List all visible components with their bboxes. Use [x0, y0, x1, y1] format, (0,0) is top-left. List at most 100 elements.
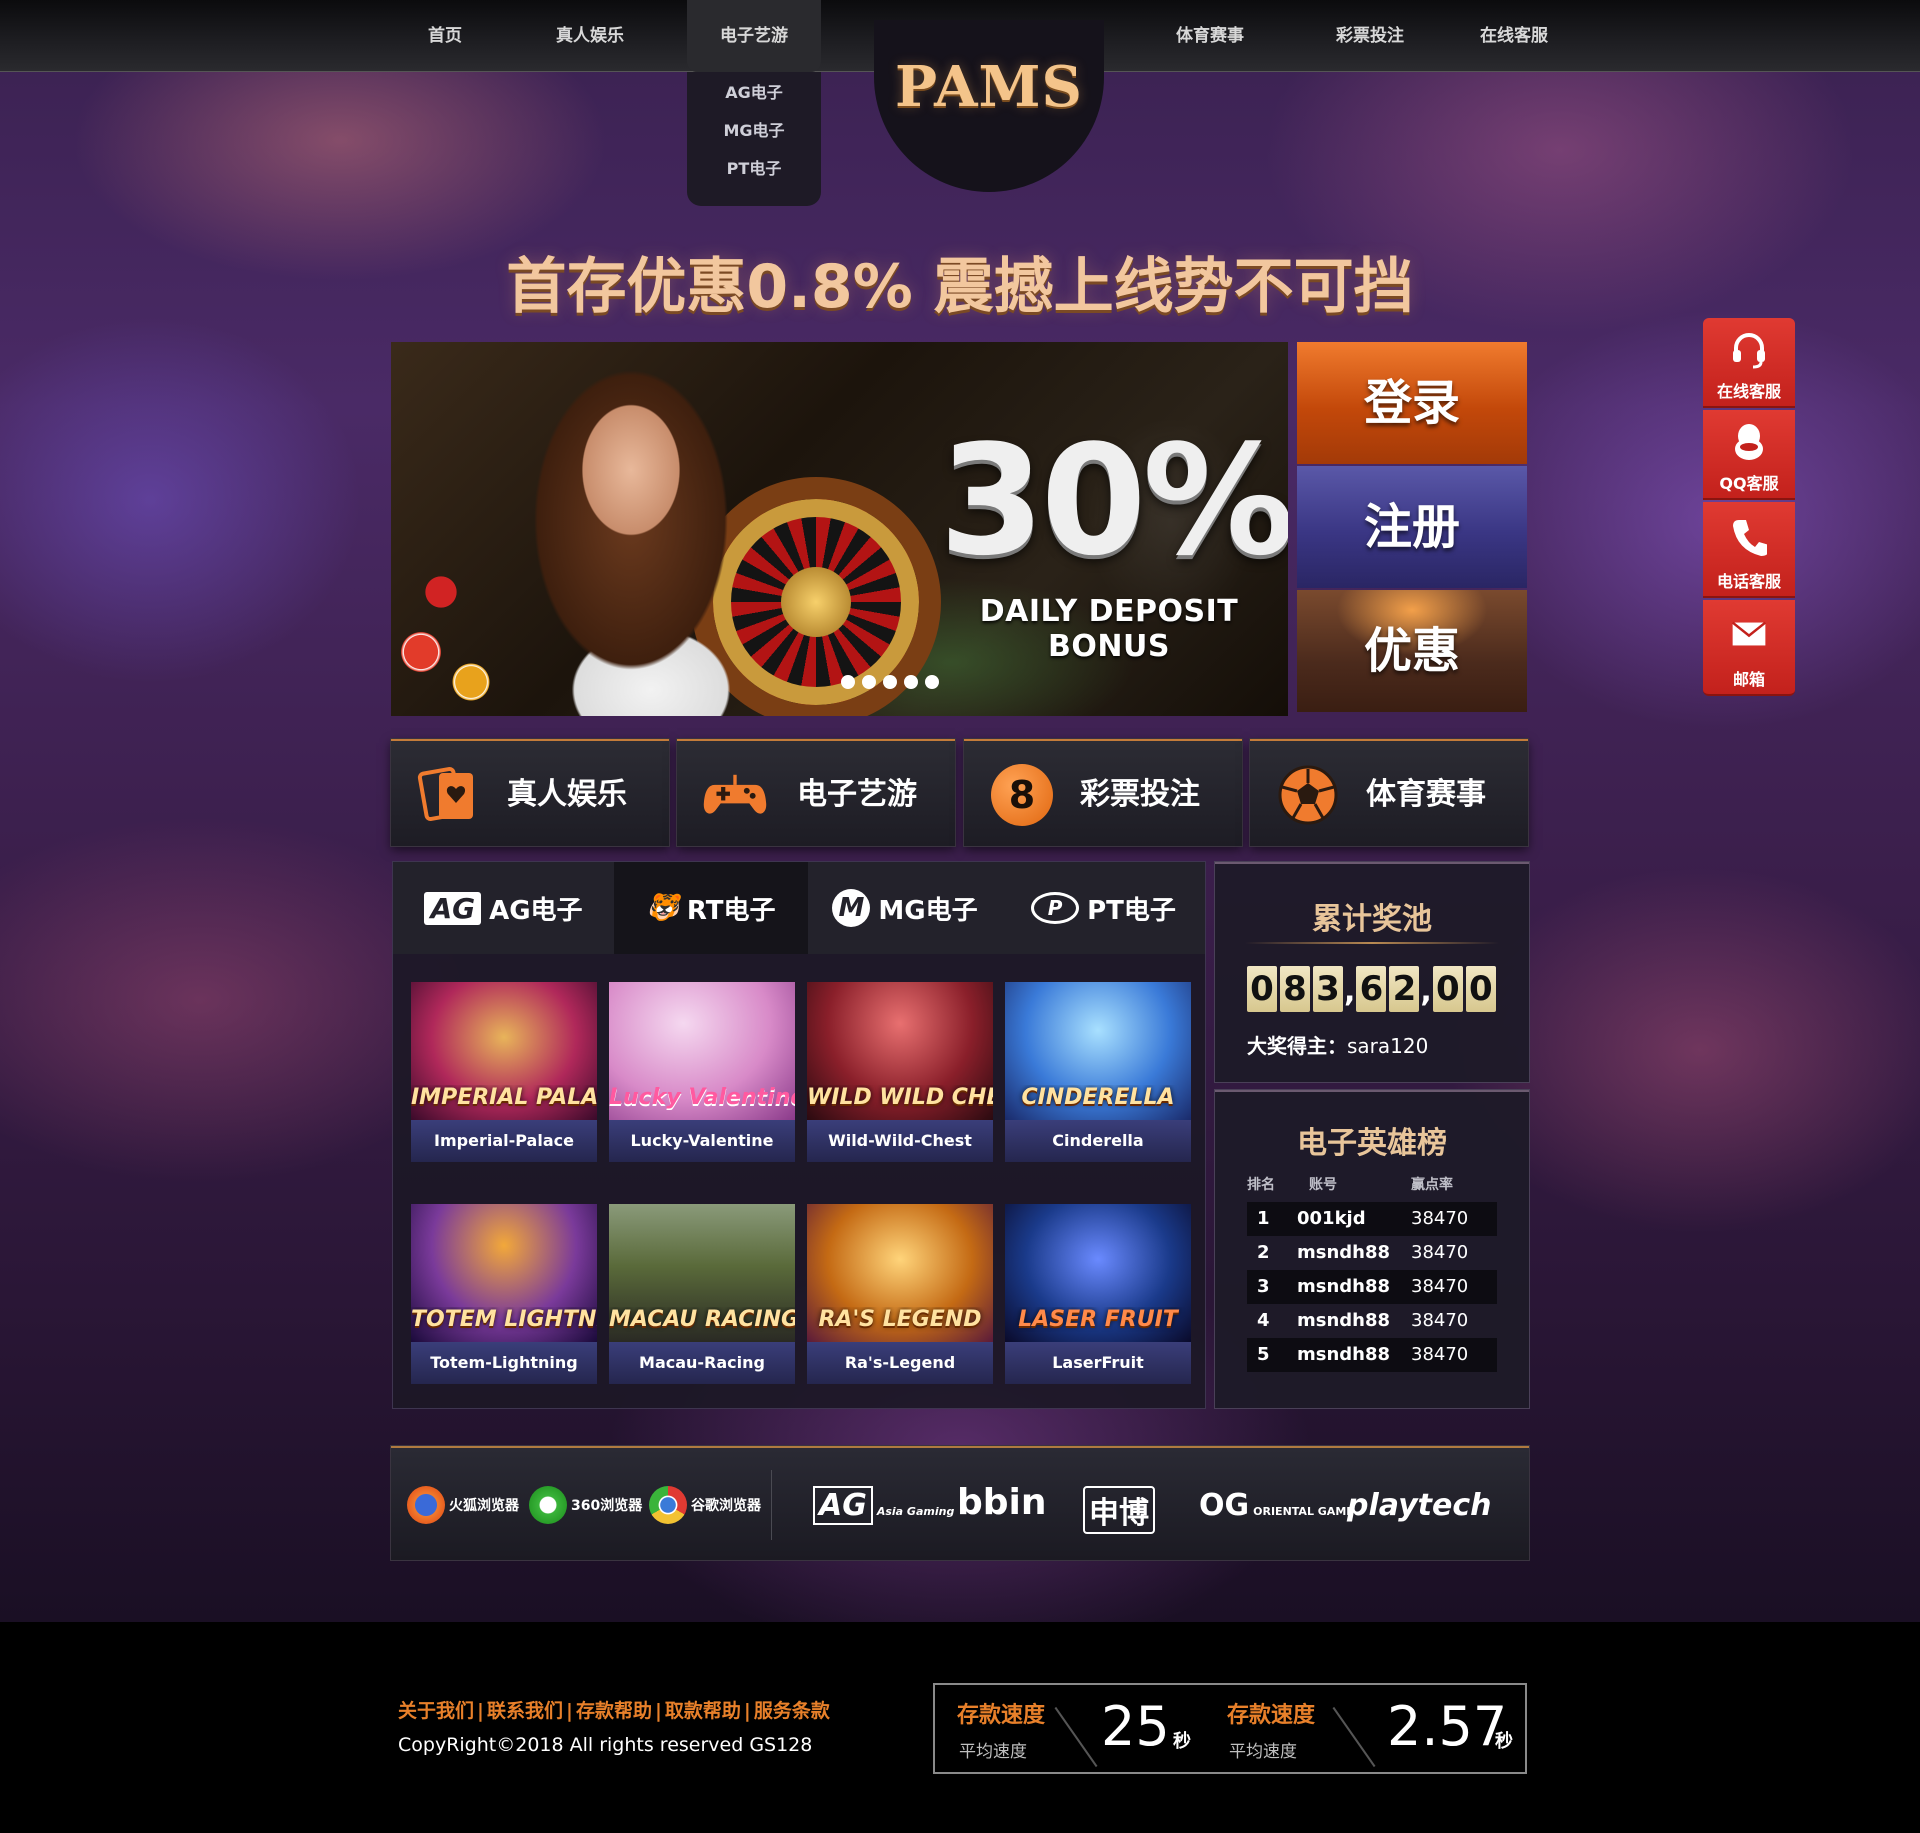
game-card-laserfruit[interactable]: LASER FRUIT LaserFruit	[1005, 1204, 1191, 1384]
game-card-cinderella[interactable]: CINDERELLA Cinderella	[1005, 982, 1191, 1162]
chrome-download[interactable]: 谷歌浏览器	[649, 1486, 761, 1524]
game-thumbnail: CINDERELLA	[1005, 982, 1191, 1120]
site-logo[interactable]: PAMS	[874, 54, 1104, 120]
tab-ag-slots[interactable]: AG AG电子	[393, 862, 614, 954]
banner-dot[interactable]	[925, 675, 939, 689]
promotions-button[interactable]: 优惠	[1297, 590, 1527, 712]
playtech-partner-logo: playtech	[1347, 1488, 1492, 1523]
game-card-ras-legend[interactable]: RA'S LEGEND Ra's-Legend	[807, 1204, 993, 1384]
rank: 2	[1257, 1242, 1270, 1263]
gamepad-icon	[703, 765, 767, 825]
slot-games-panel: AG AG电子 🐯 RT电子 M MG电子 P PT电子 IMPERIAL PA…	[393, 862, 1205, 1408]
mg-logo-icon: M	[832, 889, 871, 927]
login-button[interactable]: 登录	[1297, 342, 1527, 464]
cards-icon	[417, 765, 481, 825]
game-thumbnail: IMPERIAL PALACE	[411, 982, 597, 1120]
game-card-wild-wild-chest[interactable]: WILD WILD CHEST Wild-Wild-Chest	[807, 982, 993, 1162]
footer-link-deposit-help[interactable]: 存款帮助	[576, 1700, 652, 1722]
tab-pt-slots[interactable]: P PT电子	[1002, 862, 1205, 954]
tab-label: AG电子	[489, 895, 583, 926]
game-name: Macau-Racing	[609, 1342, 795, 1384]
tab-rt-slots[interactable]: 🐯 RT电子	[614, 862, 808, 954]
promo-headline: 首存优惠0.8% 震撼上线势不可挡	[506, 252, 1414, 322]
game-name: Lucky-Valentine	[609, 1120, 795, 1162]
game-thumbnail: MACAU RACING	[609, 1204, 795, 1342]
game-card-totem-lightning[interactable]: TOTEM LIGHTNING Totem-Lightning	[411, 1204, 597, 1384]
rank: 3	[1257, 1276, 1270, 1297]
game-card-lucky-valentine[interactable]: Lucky Valentine Lucky-Valentine	[609, 982, 795, 1162]
game-thumb-title: RA'S LEGEND	[818, 1307, 982, 1332]
banner-dot[interactable]	[841, 675, 855, 689]
firefox-icon	[407, 1486, 445, 1524]
firefox-download[interactable]: 火狐浏览器	[407, 1486, 519, 1524]
dropdown-item-pt[interactable]: PT电子	[687, 150, 821, 188]
jackpot-digit: 0	[1432, 966, 1463, 1012]
nav-slots[interactable]: 电子艺游	[687, 0, 821, 72]
game-thumbnail: Lucky Valentine	[609, 982, 795, 1120]
floating-service-bar: 在线客服 QQ客服 电话客服 邮箱	[1703, 318, 1795, 696]
lottery-ball-number: 8	[991, 764, 1053, 826]
tab-mg-slots[interactable]: M MG电子	[808, 862, 1002, 954]
divider	[771, 1470, 772, 1540]
category-lottery[interactable]: 8 彩票投注	[964, 739, 1242, 846]
ag-logo-icon: AG	[424, 891, 482, 925]
winner-name: sara120	[1347, 1034, 1429, 1058]
leaderboard-row: 5 msndh88 38470	[1247, 1338, 1497, 1372]
nav-lottery[interactable]: 彩票投注	[1320, 0, 1420, 72]
nav-home[interactable]: 首页	[405, 0, 485, 72]
leaderboard-header-rank: 排名	[1247, 1177, 1275, 1193]
rate: 38470	[1411, 1344, 1469, 1365]
dropdown-item-mg[interactable]: MG电子	[687, 112, 821, 150]
category-label: 体育赛事	[1366, 777, 1486, 812]
leaderboard-title: 电子英雄榜	[1297, 1126, 1447, 1161]
game-card-imperial-palace[interactable]: IMPERIAL PALACE Imperial-Palace	[411, 982, 597, 1162]
hero-banner[interactable]: 30% DAILY DEPOSIT BONUS	[391, 342, 1288, 716]
register-button[interactable]: 注册	[1297, 466, 1527, 588]
game-thumbnail: TOTEM LIGHTNING	[411, 1204, 597, 1342]
float-online-service[interactable]: 在线客服	[1703, 318, 1795, 408]
game-thumb-title: LASER FRUIT	[1018, 1307, 1178, 1332]
banner-pagination	[841, 674, 946, 690]
360-browser-download[interactable]: 360浏览器	[529, 1486, 642, 1524]
account: 001kjd	[1297, 1208, 1366, 1229]
jackpot-digit: 8	[1280, 966, 1310, 1012]
float-phone-service[interactable]: 电话客服	[1703, 502, 1795, 598]
speed-subtitle: 平均速度	[1229, 1742, 1297, 1762]
game-thumb-title: MACAU RACING	[609, 1307, 795, 1332]
jackpot-digit: 0	[1247, 966, 1277, 1012]
game-thumb-title: WILD WILD CHEST	[807, 1085, 993, 1110]
speed-value: 2.57	[1387, 1695, 1508, 1758]
banner-dot[interactable]	[904, 675, 918, 689]
jackpot-separator: ,	[1420, 974, 1432, 1009]
nav-customer-service[interactable]: 在线客服	[1464, 0, 1564, 72]
footer-link-contact[interactable]: 联系我们	[487, 1700, 563, 1722]
category-slots[interactable]: 电子艺游	[677, 739, 955, 846]
float-email[interactable]: 邮箱	[1703, 600, 1795, 696]
leaderboard-row: 2 msndh88 38470	[1247, 1236, 1497, 1270]
footer-link-about[interactable]: 关于我们	[398, 1700, 474, 1722]
nav-sports[interactable]: 体育赛事	[1160, 0, 1260, 72]
dropdown-item-ag[interactable]: AG电子	[687, 74, 821, 112]
game-name: Wild-Wild-Chest	[807, 1120, 993, 1162]
account: msndh88	[1297, 1242, 1391, 1263]
category-sports[interactable]: 体育赛事	[1250, 739, 1528, 846]
divider	[1332, 1706, 1376, 1768]
category-label: 真人娱乐	[507, 777, 627, 812]
game-card-macau-racing[interactable]: MACAU RACING Macau-Racing	[609, 1204, 795, 1384]
float-qq-service[interactable]: QQ客服	[1703, 410, 1795, 500]
footer-link-withdraw-help[interactable]: 取款帮助	[665, 1700, 741, 1722]
footer-link-terms[interactable]: 服务条款	[754, 1700, 830, 1722]
game-thumb-title: CINDERELLA	[1021, 1085, 1175, 1110]
og-partner-logo: OG ORIENTAL GAME	[1199, 1488, 1354, 1523]
chrome-icon	[649, 1486, 687, 1524]
nav-live-casino[interactable]: 真人娱乐	[540, 0, 640, 72]
banner-dot[interactable]	[883, 675, 897, 689]
game-thumbnail: RA'S LEGEND	[807, 1204, 993, 1342]
category-label: 电子艺游	[797, 777, 917, 812]
game-name: Imperial-Palace	[411, 1120, 597, 1162]
divider	[1054, 1706, 1098, 1768]
banner-percent: 30%	[939, 412, 1288, 589]
rank: 4	[1257, 1310, 1270, 1331]
banner-dot[interactable]	[862, 675, 876, 689]
category-live-casino[interactable]: 真人娱乐	[391, 739, 669, 846]
